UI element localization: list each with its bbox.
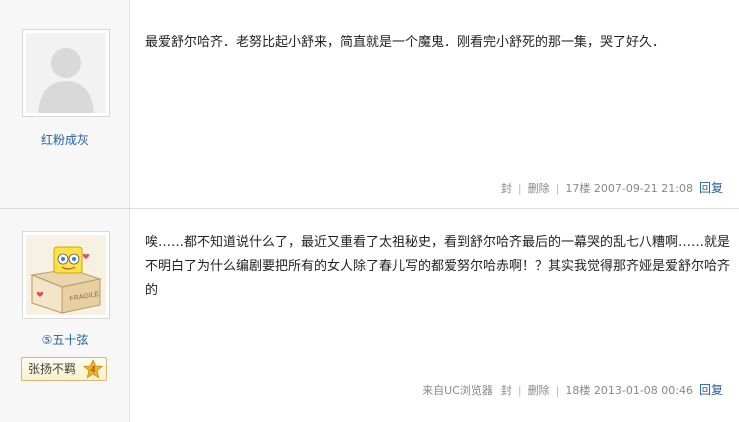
level-number: 4 (90, 365, 95, 375)
default-avatar-icon (26, 33, 106, 113)
post-meta: 封 | 删除 | 17楼 2007-09-21 21:08 回复 (500, 181, 723, 195)
post-18: FRAGILE ⑤五十弦 张扬不羁 4 唉……都不知道说什么了，最近又重看了太祖… (0, 209, 739, 422)
post-content: 唉……都不知道说什么了，最近又重看了太祖秘史，看到舒尔哈齐最后的一幕哭的乱七八糟… (145, 235, 731, 298)
post-content: 最爱舒尔哈齐．老努比起小舒来，简直就是一个魔鬼．刚看完小舒死的那一集，哭了好久． (145, 35, 666, 50)
post-17: 红粉成灰 最爱舒尔哈齐．老努比起小舒来，简直就是一个魔鬼．刚看完小舒死的那一集，… (0, 0, 739, 209)
post-time: 2013-01-08 00:46 (593, 384, 693, 397)
author-panel: FRAGILE ⑤五十弦 张扬不羁 4 (0, 209, 130, 422)
level-star-icon: 4 (82, 358, 104, 379)
username[interactable]: ⑤五十弦 (0, 331, 130, 348)
post-body: 唉……都不知道说什么了，最近又重看了太祖秘史，看到舒尔哈齐最后的一幕哭的乱七八糟… (131, 209, 739, 422)
feng-link[interactable]: 封 (501, 384, 512, 397)
author-panel: 红粉成灰 (0, 0, 130, 209)
floor-number: 18楼 (565, 384, 591, 397)
user-title-badge[interactable]: 张扬不羁 4 (21, 357, 107, 381)
post-meta: 来自UC浏览器封 | 删除 | 18楼 2013-01-08 00:46 回复 (422, 383, 723, 397)
delete-link[interactable]: 删除 (528, 384, 550, 397)
reply-link[interactable]: 回复 (699, 383, 723, 397)
post-time: 2007-09-21 21:08 (593, 182, 693, 195)
post-source: 来自UC浏览器 (422, 384, 493, 397)
badge-label: 张扬不羁 (28, 362, 77, 376)
username[interactable]: 红粉成灰 (0, 131, 130, 148)
avatar[interactable]: FRAGILE (22, 231, 110, 319)
delete-link[interactable]: 删除 (528, 182, 550, 195)
avatar[interactable] (22, 29, 110, 117)
post-body: 最爱舒尔哈齐．老努比起小舒来，简直就是一个魔鬼．刚看完小舒死的那一集，哭了好久．… (131, 0, 739, 209)
reply-link[interactable]: 回复 (699, 181, 723, 195)
feng-link[interactable]: 封 (501, 182, 512, 195)
floor-number: 17楼 (565, 182, 591, 195)
spongebob-box-avatar-icon: FRAGILE (26, 235, 106, 315)
